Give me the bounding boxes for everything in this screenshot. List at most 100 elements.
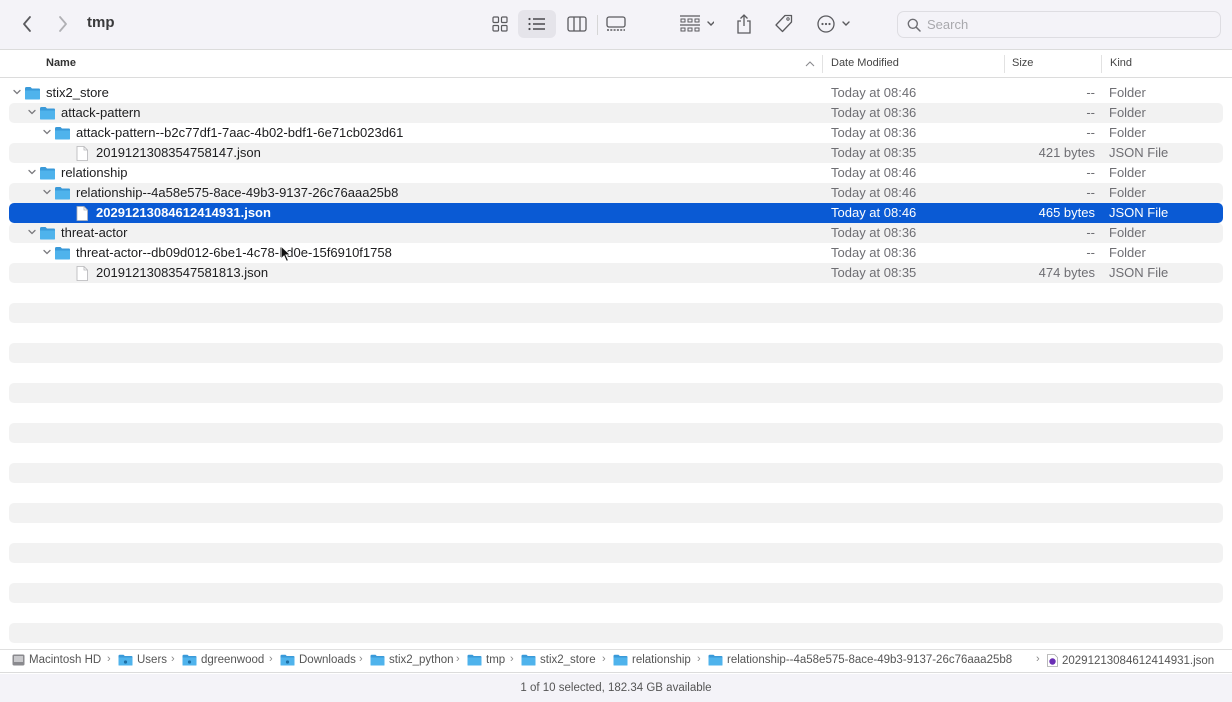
column-divider[interactable]: [822, 55, 823, 73]
path-item[interactable]: Downloads: [280, 654, 356, 666]
path-item-label: Macintosh HD: [29, 654, 102, 666]
item-size: --: [1086, 245, 1095, 260]
path-separator-icon: ›: [107, 653, 111, 665]
folder-icon: [55, 187, 70, 200]
folder-row[interactable]: stix2_store Today at 08:46 -- Folder: [9, 83, 1223, 103]
path-item[interactable]: dgreenwood: [182, 654, 264, 666]
ellipsis-circle-icon: [817, 15, 850, 33]
item-name: stix2_store: [46, 85, 109, 100]
file-row[interactable]: 2019121308354758147.json Today at 08:35 42…: [9, 143, 1223, 163]
disclosure-chevron-icon[interactable]: [27, 227, 37, 237]
path-item-label: stix2_python: [389, 654, 453, 666]
column-header-size[interactable]: Size: [1012, 51, 1033, 77]
folder-row[interactable]: threat-actor Today at 08:36 -- Folder: [9, 223, 1223, 243]
document-icon: [76, 146, 88, 161]
column-header-name[interactable]: Name: [46, 51, 76, 77]
file-row[interactable]: 20191213083547581813.json Today at 08:35 4…: [9, 263, 1223, 283]
list-view-button[interactable]: [518, 10, 556, 38]
item-name: 2019121308354758147.json: [96, 145, 261, 160]
document-icon: [76, 206, 88, 221]
item-size: --: [1086, 105, 1095, 120]
item-size: 474 bytes: [1038, 265, 1095, 280]
folder-row[interactable]: relationship Today at 08:46 -- Folder: [9, 163, 1223, 183]
path-separator-icon: ›: [1036, 653, 1040, 665]
icon-view-button[interactable]: [486, 11, 514, 37]
search-input[interactable]: [927, 12, 1212, 37]
folder-icon: [55, 247, 70, 260]
item-size: --: [1086, 185, 1095, 200]
item-kind: Folder: [1109, 105, 1146, 120]
path-item[interactable]: stix2_store: [521, 654, 596, 666]
item-date-modified: Today at 08:36: [831, 105, 917, 120]
folder-icon: [613, 654, 628, 666]
path-item[interactable]: 20291213084612414931.json: [1047, 654, 1214, 667]
chevron-right-icon: [59, 16, 67, 32]
item-kind: JSON File: [1109, 205, 1169, 220]
item-name: 20191213083547581813.json: [96, 265, 269, 280]
column-divider[interactable]: [1101, 55, 1102, 73]
empty-row-stripe: [9, 583, 1223, 603]
empty-row-stripe: [9, 503, 1223, 523]
path-item[interactable]: tmp: [467, 654, 505, 666]
item-name: attack-pattern--b2c77df1-7aac-4b02-bdf1-…: [76, 125, 404, 140]
gallery-icon: [606, 16, 626, 31]
empty-row-stripe: [9, 423, 1223, 443]
disclosure-chevron-icon[interactable]: [42, 127, 52, 137]
path-item[interactable]: stix2_python: [370, 654, 453, 666]
column-header-date-modified[interactable]: Date Modified: [831, 51, 899, 77]
item-date-modified: Today at 08:35: [831, 265, 917, 280]
item-size: --: [1086, 165, 1095, 180]
path-separator-icon: ›: [697, 653, 701, 665]
path-item[interactable]: relationship--4a58e575-8ace-49b3-9137-26…: [708, 654, 1012, 666]
path-item[interactable]: Users: [118, 654, 167, 666]
path-item-label: Users: [137, 654, 168, 666]
disclosure-chevron-icon[interactable]: [12, 87, 22, 97]
disclosure-chevron-icon[interactable]: [42, 187, 52, 197]
path-item[interactable]: relationship: [613, 654, 691, 666]
folder-row[interactable]: attack-pattern Today at 08:36 -- Folder: [9, 103, 1223, 123]
disclosure-chevron-icon[interactable]: [27, 107, 37, 117]
search-field[interactable]: [897, 11, 1221, 38]
item-size: --: [1086, 125, 1095, 140]
back-button[interactable]: [16, 12, 38, 36]
item-size: --: [1086, 85, 1095, 100]
group-by-button[interactable]: [676, 11, 716, 37]
item-size: --: [1086, 225, 1095, 240]
folder-icon: [40, 227, 55, 240]
file-row[interactable]: 20291213084612414931.json Today at 08:46 4…: [9, 203, 1223, 223]
search-icon: [907, 18, 921, 32]
item-name: 20291213084612414931.json: [96, 205, 271, 220]
share-button[interactable]: [732, 10, 756, 38]
item-date-modified: Today at 08:46: [831, 185, 917, 200]
more-actions-button[interactable]: [814, 11, 854, 37]
item-name: threat-actor: [61, 225, 128, 240]
item-name: threat-actor--db09d012-6be1-4c78-bd0e-15…: [76, 245, 392, 260]
tag-button[interactable]: [771, 11, 797, 37]
empty-row-stripe: [9, 463, 1223, 483]
gallery-view-button[interactable]: [603, 11, 629, 37]
sort-ascending-icon[interactable]: [805, 60, 815, 67]
disclosure-chevron-icon[interactable]: [42, 247, 52, 257]
item-kind: JSON File: [1109, 265, 1169, 280]
mouse-cursor-icon: [280, 245, 292, 263]
window-title: tmp: [87, 14, 115, 31]
item-name: relationship: [61, 165, 128, 180]
forward-button[interactable]: [52, 12, 74, 36]
folder-row[interactable]: attack-pattern--b2c77df1-7aac-4b02-bdf1-…: [9, 123, 1223, 143]
hard-drive-icon: [12, 654, 25, 666]
disclosure-chevron-icon[interactable]: [27, 167, 37, 177]
column-header-kind[interactable]: Kind: [1110, 51, 1132, 77]
item-date-modified: Today at 08:36: [831, 245, 917, 260]
item-kind: JSON File: [1109, 145, 1169, 160]
empty-row-stripe: [9, 543, 1223, 563]
folder-row[interactable]: threat-actor--db09d012-6be1-4c78-bd0e-15…: [9, 243, 1223, 263]
path-separator-icon: ›: [456, 653, 460, 665]
column-view-button[interactable]: [563, 11, 591, 37]
item-date-modified: Today at 08:36: [831, 125, 917, 140]
item-kind: Folder: [1109, 225, 1146, 240]
column-divider[interactable]: [1004, 55, 1005, 73]
item-name: attack-pattern: [61, 105, 141, 120]
folder-row[interactable]: relationship--4a58e575-8ace-49b3-9137-26…: [9, 183, 1223, 203]
json-file-icon: [1047, 654, 1058, 667]
path-item[interactable]: Macintosh HD: [12, 654, 101, 666]
